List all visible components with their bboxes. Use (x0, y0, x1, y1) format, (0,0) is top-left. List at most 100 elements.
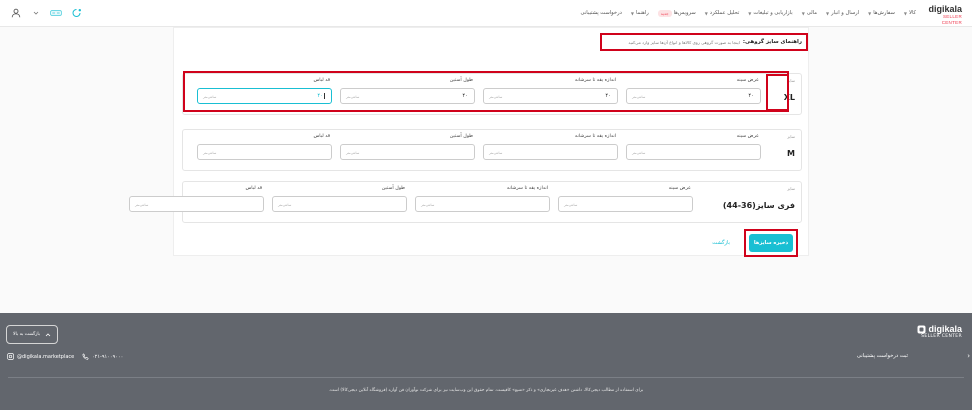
garment-length-input[interactable]: سانتی‌متر (129, 196, 264, 212)
shop-icon[interactable] (50, 7, 62, 19)
nav-label: راهنما (635, 10, 649, 16)
chevron-down-icon: ▼ (826, 10, 830, 16)
nav-item-shipping[interactable]: ارسال و انبار ▼ (826, 10, 859, 16)
footer-logo[interactable]: digikala SELLER CENTER (917, 324, 962, 339)
sleeve-length-input[interactable]: ۴۰ سانتی‌متر (340, 88, 475, 104)
chevron-down-icon: ▼ (903, 10, 907, 16)
field-label: اندازه یقه تا سرشانه (574, 134, 616, 139)
field-sleeve-length: طول آستین سانتی‌متر (272, 186, 407, 212)
chevron-up-icon (45, 333, 51, 337)
nav-label: بازاریابی و تبلیغات (753, 10, 793, 16)
measurement-fields: عرض سینه سانتی‌متر اندازه یقه تا سرشانه … (129, 186, 693, 212)
form-actions: ذخیره سایزها بازگشت (712, 229, 798, 257)
notification-icon[interactable] (70, 7, 82, 19)
user-icon[interactable] (10, 7, 22, 19)
chevron-down-icon[interactable] (30, 7, 42, 19)
footer-divider (8, 377, 964, 378)
guide-title: راهنمای سایز گروهی: (742, 39, 802, 45)
chevron-down-icon: ▼ (630, 10, 634, 16)
back-link[interactable]: بازگشت (712, 240, 730, 246)
field-sleeve-length: طول آستین سانتی‌متر (340, 134, 475, 160)
garment-length-input[interactable]: ۴۰ سانتی‌متر (197, 88, 332, 104)
digikala-mark-icon (917, 325, 926, 333)
nav-item-orders[interactable]: سفارش‌ها ▼ (868, 10, 895, 16)
size-caption: سایز (787, 186, 795, 191)
field-label: طول آستین (381, 186, 405, 191)
nav-label: سفارش‌ها (873, 10, 895, 16)
field-label: عرض سینه (736, 78, 759, 83)
nav-item-finance[interactable]: مالی ▼ (802, 10, 817, 16)
save-button-highlight: ذخیره سایزها (744, 229, 798, 257)
unit-label: سانتی‌متر (632, 95, 646, 99)
main-nav: کالا ▼ سفارش‌ها ▼ ارسال و انبار ▼ مالی ▼ باز… (581, 8, 916, 18)
header-icons (10, 7, 82, 19)
instagram-link[interactable]: @digikala.marketplace (7, 353, 74, 360)
unit-label: سانتی‌متر (135, 203, 149, 207)
phone-number: ۰۲۱-۹۱۰۰۹۰۰۰ (92, 353, 124, 360)
unit-label: سانتی‌متر (489, 151, 503, 155)
phone-link[interactable]: ۰۲۱-۹۱۰۰۹۰۰۰ (82, 353, 123, 360)
input-value: ۴۰ (317, 93, 325, 99)
field-label: اندازه یقه تا سرشانه (506, 186, 548, 191)
field-chest-width: عرض سینه ۴۰ سانتی‌متر (626, 78, 761, 104)
nav-label: درخواست پشتیبانی (580, 10, 622, 16)
save-sizes-button[interactable]: ذخیره سایزها (749, 234, 793, 252)
unit-label: سانتی‌متر (203, 95, 217, 99)
nav-label: کالا (908, 10, 916, 16)
chevron-down-icon: ▼ (868, 10, 872, 16)
support-request-link[interactable]: ثبت درخواست پشتیبانی ‹ (857, 352, 970, 360)
unit-label: سانتی‌متر (421, 203, 435, 207)
unit-label: سانتی‌متر (346, 151, 360, 155)
chest-width-input[interactable]: سانتی‌متر (558, 196, 693, 212)
measurement-fields: عرض سینه سانتی‌متر اندازه یقه تا سرشانه … (197, 134, 761, 160)
field-collar-to-shoulder: اندازه یقه تا سرشانه سانتی‌متر (415, 186, 550, 212)
chevron-down-icon: ▼ (748, 10, 752, 16)
field-label: عرض سینه (736, 134, 759, 139)
field-label: عرض سینه (668, 186, 691, 191)
digikala-logo[interactable]: digikala SELLER CENTER (922, 5, 962, 26)
collar-shoulder-input[interactable]: ۴۰ سانتی‌متر (483, 88, 618, 104)
size-row-xl: سایز XL عرض سینه ۴۰ سانتی‌متر اندازه یقه … (182, 73, 802, 115)
unit-label: سانتی‌متر (564, 203, 578, 207)
nav-item-help[interactable]: راهنما ▼ (631, 10, 649, 16)
field-label: طول آستین (449, 134, 473, 139)
sleeve-length-input[interactable]: سانتی‌متر (272, 196, 407, 212)
field-label: طول آستین (449, 78, 473, 83)
nav-item-products[interactable]: کالا ▼ (904, 10, 916, 16)
top-header: digikala SELLER CENTER کالا ▼ سفارش‌ها ▼ ا… (0, 0, 972, 27)
field-garment-length: قد لباس سانتی‌متر (197, 134, 332, 160)
footer-logo-main: digikala (917, 324, 962, 334)
footer-logo-subtitle: SELLER CENTER (921, 334, 962, 339)
size-caption: سایز (787, 134, 795, 139)
instagram-handle: @digikala.marketplace (17, 353, 75, 360)
field-garment-length: قد لباس سانتی‌متر (129, 186, 264, 212)
garment-length-input[interactable]: سانتی‌متر (197, 144, 332, 160)
sleeve-length-input[interactable]: سانتی‌متر (340, 144, 475, 160)
unit-label: سانتی‌متر (489, 95, 503, 99)
nav-item-support[interactable]: درخواست پشتیبانی (581, 10, 622, 16)
size-value: فری سایز(36-44) (722, 201, 795, 210)
nav-item-services[interactable]: سرویس‌ها جدید (657, 9, 696, 17)
collar-shoulder-input[interactable]: سانتی‌متر (483, 144, 618, 160)
size-value: XL (783, 93, 795, 102)
field-collar-to-shoulder: اندازه یقه تا سرشانه سانتی‌متر (483, 134, 618, 160)
input-value: ۴۰ (462, 93, 468, 99)
nav-label: ارسال و انبار (831, 10, 860, 16)
footer-logo-text: digikala (928, 324, 962, 334)
back-to-top-label: بازگشت به بالا (12, 332, 41, 337)
size-caption: سایز (787, 78, 795, 83)
chest-width-input[interactable]: ۴۰ سانتی‌متر (626, 88, 761, 104)
new-badge: جدید (657, 9, 672, 17)
chevron-down-icon: ▼ (704, 10, 708, 16)
measurement-fields: عرض سینه ۴۰ سانتی‌متر اندازه یقه تا سرشان… (197, 78, 761, 104)
field-label: قد لباس (245, 186, 262, 191)
logo-subtitle: SELLER CENTER (941, 14, 962, 25)
unit-label: سانتی‌متر (632, 151, 646, 155)
phone-icon (82, 353, 89, 360)
unit-label: سانتی‌متر (278, 203, 292, 207)
nav-item-analytics[interactable]: تحلیل عملکرد ▼ (705, 10, 740, 16)
back-to-top-button[interactable]: بازگشت به بالا (6, 325, 58, 344)
nav-item-marketing[interactable]: بازاریابی و تبلیغات ▼ (748, 10, 792, 16)
chest-width-input[interactable]: سانتی‌متر (626, 144, 761, 160)
collar-shoulder-input[interactable]: سانتی‌متر (415, 196, 550, 212)
